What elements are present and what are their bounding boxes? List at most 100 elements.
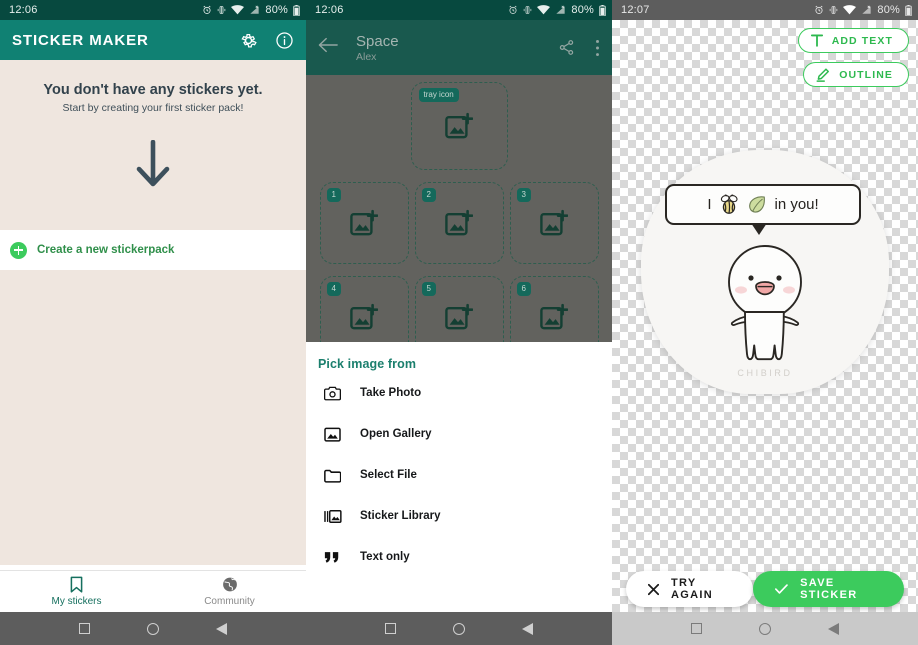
slot-number: 2 bbox=[421, 188, 436, 202]
sheet-item-take-photo[interactable]: Take Photo bbox=[306, 374, 612, 412]
system-navigation-bar bbox=[612, 612, 918, 645]
status-bar: 12:06 80% bbox=[306, 0, 612, 20]
status-time: 12:06 bbox=[9, 4, 38, 16]
slot-number: 6 bbox=[516, 282, 531, 296]
outline-button[interactable]: OUTLINE bbox=[803, 62, 909, 87]
sticker-slot[interactable]: 1 bbox=[319, 182, 409, 264]
add-image-icon bbox=[540, 303, 569, 336]
pack-author: Alex bbox=[356, 50, 377, 63]
background-filler bbox=[0, 270, 306, 565]
page-title: STICKER MAKER bbox=[12, 31, 149, 49]
gear-icon[interactable] bbox=[239, 31, 258, 50]
sheet-label: Select File bbox=[360, 469, 417, 481]
sheet-label: Text only bbox=[360, 551, 410, 563]
home-circle-icon[interactable] bbox=[758, 622, 771, 635]
check-icon bbox=[775, 584, 789, 594]
back-triangle-icon[interactable] bbox=[522, 622, 534, 635]
alarm-icon bbox=[203, 5, 211, 14]
app-bar: Space Alex bbox=[306, 20, 612, 75]
sidebar-item-my-stickers[interactable]: My stickers bbox=[0, 576, 153, 607]
app-bar: STICKER MAKER bbox=[0, 20, 306, 60]
try-again-button[interactable]: TRY AGAIN bbox=[626, 571, 754, 607]
alarm-icon bbox=[815, 5, 823, 14]
add-image-icon bbox=[350, 303, 379, 336]
globe-icon bbox=[222, 577, 237, 592]
status-time: 12:07 bbox=[621, 4, 650, 16]
empty-state-subtitle: Start by creating your first sticker pac… bbox=[62, 102, 244, 114]
save-sticker-button[interactable]: SAVE STICKER bbox=[753, 571, 904, 607]
sheet-label: Sticker Library bbox=[360, 510, 441, 522]
signal-icon bbox=[556, 5, 566, 14]
bubble-text-suffix: in you! bbox=[774, 196, 819, 213]
bee-emoji bbox=[721, 194, 739, 214]
share-icon[interactable] bbox=[558, 39, 575, 56]
status-bar: 12:07 80% bbox=[612, 0, 918, 20]
panel-sticker-maker-home: 12:06 80% STICKER MAKER You don't have a… bbox=[0, 0, 306, 645]
folder-icon bbox=[324, 468, 360, 483]
battery-percent: 80% bbox=[877, 4, 900, 16]
slot-number: 5 bbox=[421, 282, 436, 296]
recents-square-icon[interactable] bbox=[78, 623, 90, 634]
tray-icon-slot[interactable]: tray icon bbox=[410, 82, 508, 170]
more-vertical-icon[interactable] bbox=[595, 39, 600, 57]
sticker-slot[interactable]: 2 bbox=[414, 182, 504, 264]
add-text-label: ADD TEXT bbox=[831, 34, 893, 47]
battery-icon bbox=[293, 4, 300, 16]
artist-watermark: CHIBIRD bbox=[737, 368, 793, 378]
recents-square-icon[interactable] bbox=[384, 623, 396, 634]
back-arrow-icon[interactable] bbox=[318, 37, 338, 58]
vibrate-icon bbox=[830, 6, 838, 14]
add-image-icon bbox=[540, 209, 569, 242]
signal-icon bbox=[862, 5, 872, 14]
bubble-text-prefix: I bbox=[707, 196, 712, 213]
try-again-label: TRY AGAIN bbox=[671, 577, 713, 601]
battery-percent: 80% bbox=[265, 4, 288, 16]
photo-stack-icon bbox=[324, 509, 360, 524]
battery-icon bbox=[599, 4, 606, 16]
battery-icon bbox=[905, 4, 912, 16]
sticker-preview-stage: I in you! CHIBIRD bbox=[612, 150, 918, 394]
create-stickerpack-row[interactable]: Create a new stickerpack bbox=[0, 230, 306, 270]
bottom-navigation: My stickers Community bbox=[0, 570, 306, 612]
editor-tool-buttons: ADD TEXT OUTLINE bbox=[797, 28, 909, 87]
panel-sticker-editor-preview: 12:07 80% ADD TEXT OUTLINE I in you! CHI… bbox=[612, 0, 918, 645]
add-text-button[interactable]: ADD TEXT bbox=[797, 28, 909, 53]
sidebar-item-community[interactable]: Community bbox=[153, 576, 306, 607]
editor-action-row: TRY AGAIN SAVE STICKER bbox=[612, 571, 918, 607]
status-icons: 80% bbox=[814, 4, 912, 16]
leaf-emoji bbox=[749, 196, 766, 213]
system-navigation-bar bbox=[306, 612, 612, 645]
home-circle-icon[interactable] bbox=[452, 622, 465, 635]
tray-slot-badge: tray icon bbox=[418, 88, 459, 102]
sticker-artwork[interactable]: I in you! CHIBIRD bbox=[641, 150, 889, 394]
slot-number: 1 bbox=[326, 188, 341, 202]
pencil-icon bbox=[816, 67, 830, 82]
info-icon[interactable] bbox=[275, 31, 294, 50]
slot-number: 4 bbox=[326, 282, 341, 296]
vibrate-icon bbox=[524, 6, 532, 14]
sticker-slot[interactable]: 3 bbox=[509, 182, 599, 264]
outline-label: OUTLINE bbox=[839, 68, 893, 81]
sheet-item-select-file[interactable]: Select File bbox=[306, 456, 612, 494]
empty-state-title: You don't have any stickers yet. bbox=[43, 82, 263, 98]
home-circle-icon[interactable] bbox=[146, 622, 159, 635]
sheet-item-open-gallery[interactable]: Open Gallery bbox=[306, 415, 612, 453]
save-sticker-label: SAVE STICKER bbox=[800, 577, 858, 601]
pack-titles: Space Alex bbox=[356, 33, 399, 63]
text-tool-icon bbox=[810, 34, 823, 47]
add-image-icon bbox=[445, 303, 474, 336]
back-triangle-icon[interactable] bbox=[828, 622, 840, 635]
app-bar-actions bbox=[558, 39, 600, 57]
recents-square-icon[interactable] bbox=[690, 623, 702, 634]
wifi-icon bbox=[843, 5, 857, 15]
quote-icon bbox=[324, 551, 360, 564]
sheet-label: Take Photo bbox=[360, 387, 422, 399]
close-x-icon bbox=[648, 583, 660, 595]
plus-circle-icon bbox=[10, 241, 27, 259]
down-arrow-icon bbox=[136, 140, 170, 187]
tray-slot-row: tray icon bbox=[306, 75, 612, 170]
back-triangle-icon[interactable] bbox=[216, 622, 228, 635]
sheet-item-sticker-library[interactable]: Sticker Library bbox=[306, 497, 612, 535]
speech-bubble: I in you! bbox=[665, 184, 861, 235]
sheet-item-text-only[interactable]: Text only bbox=[306, 538, 612, 576]
